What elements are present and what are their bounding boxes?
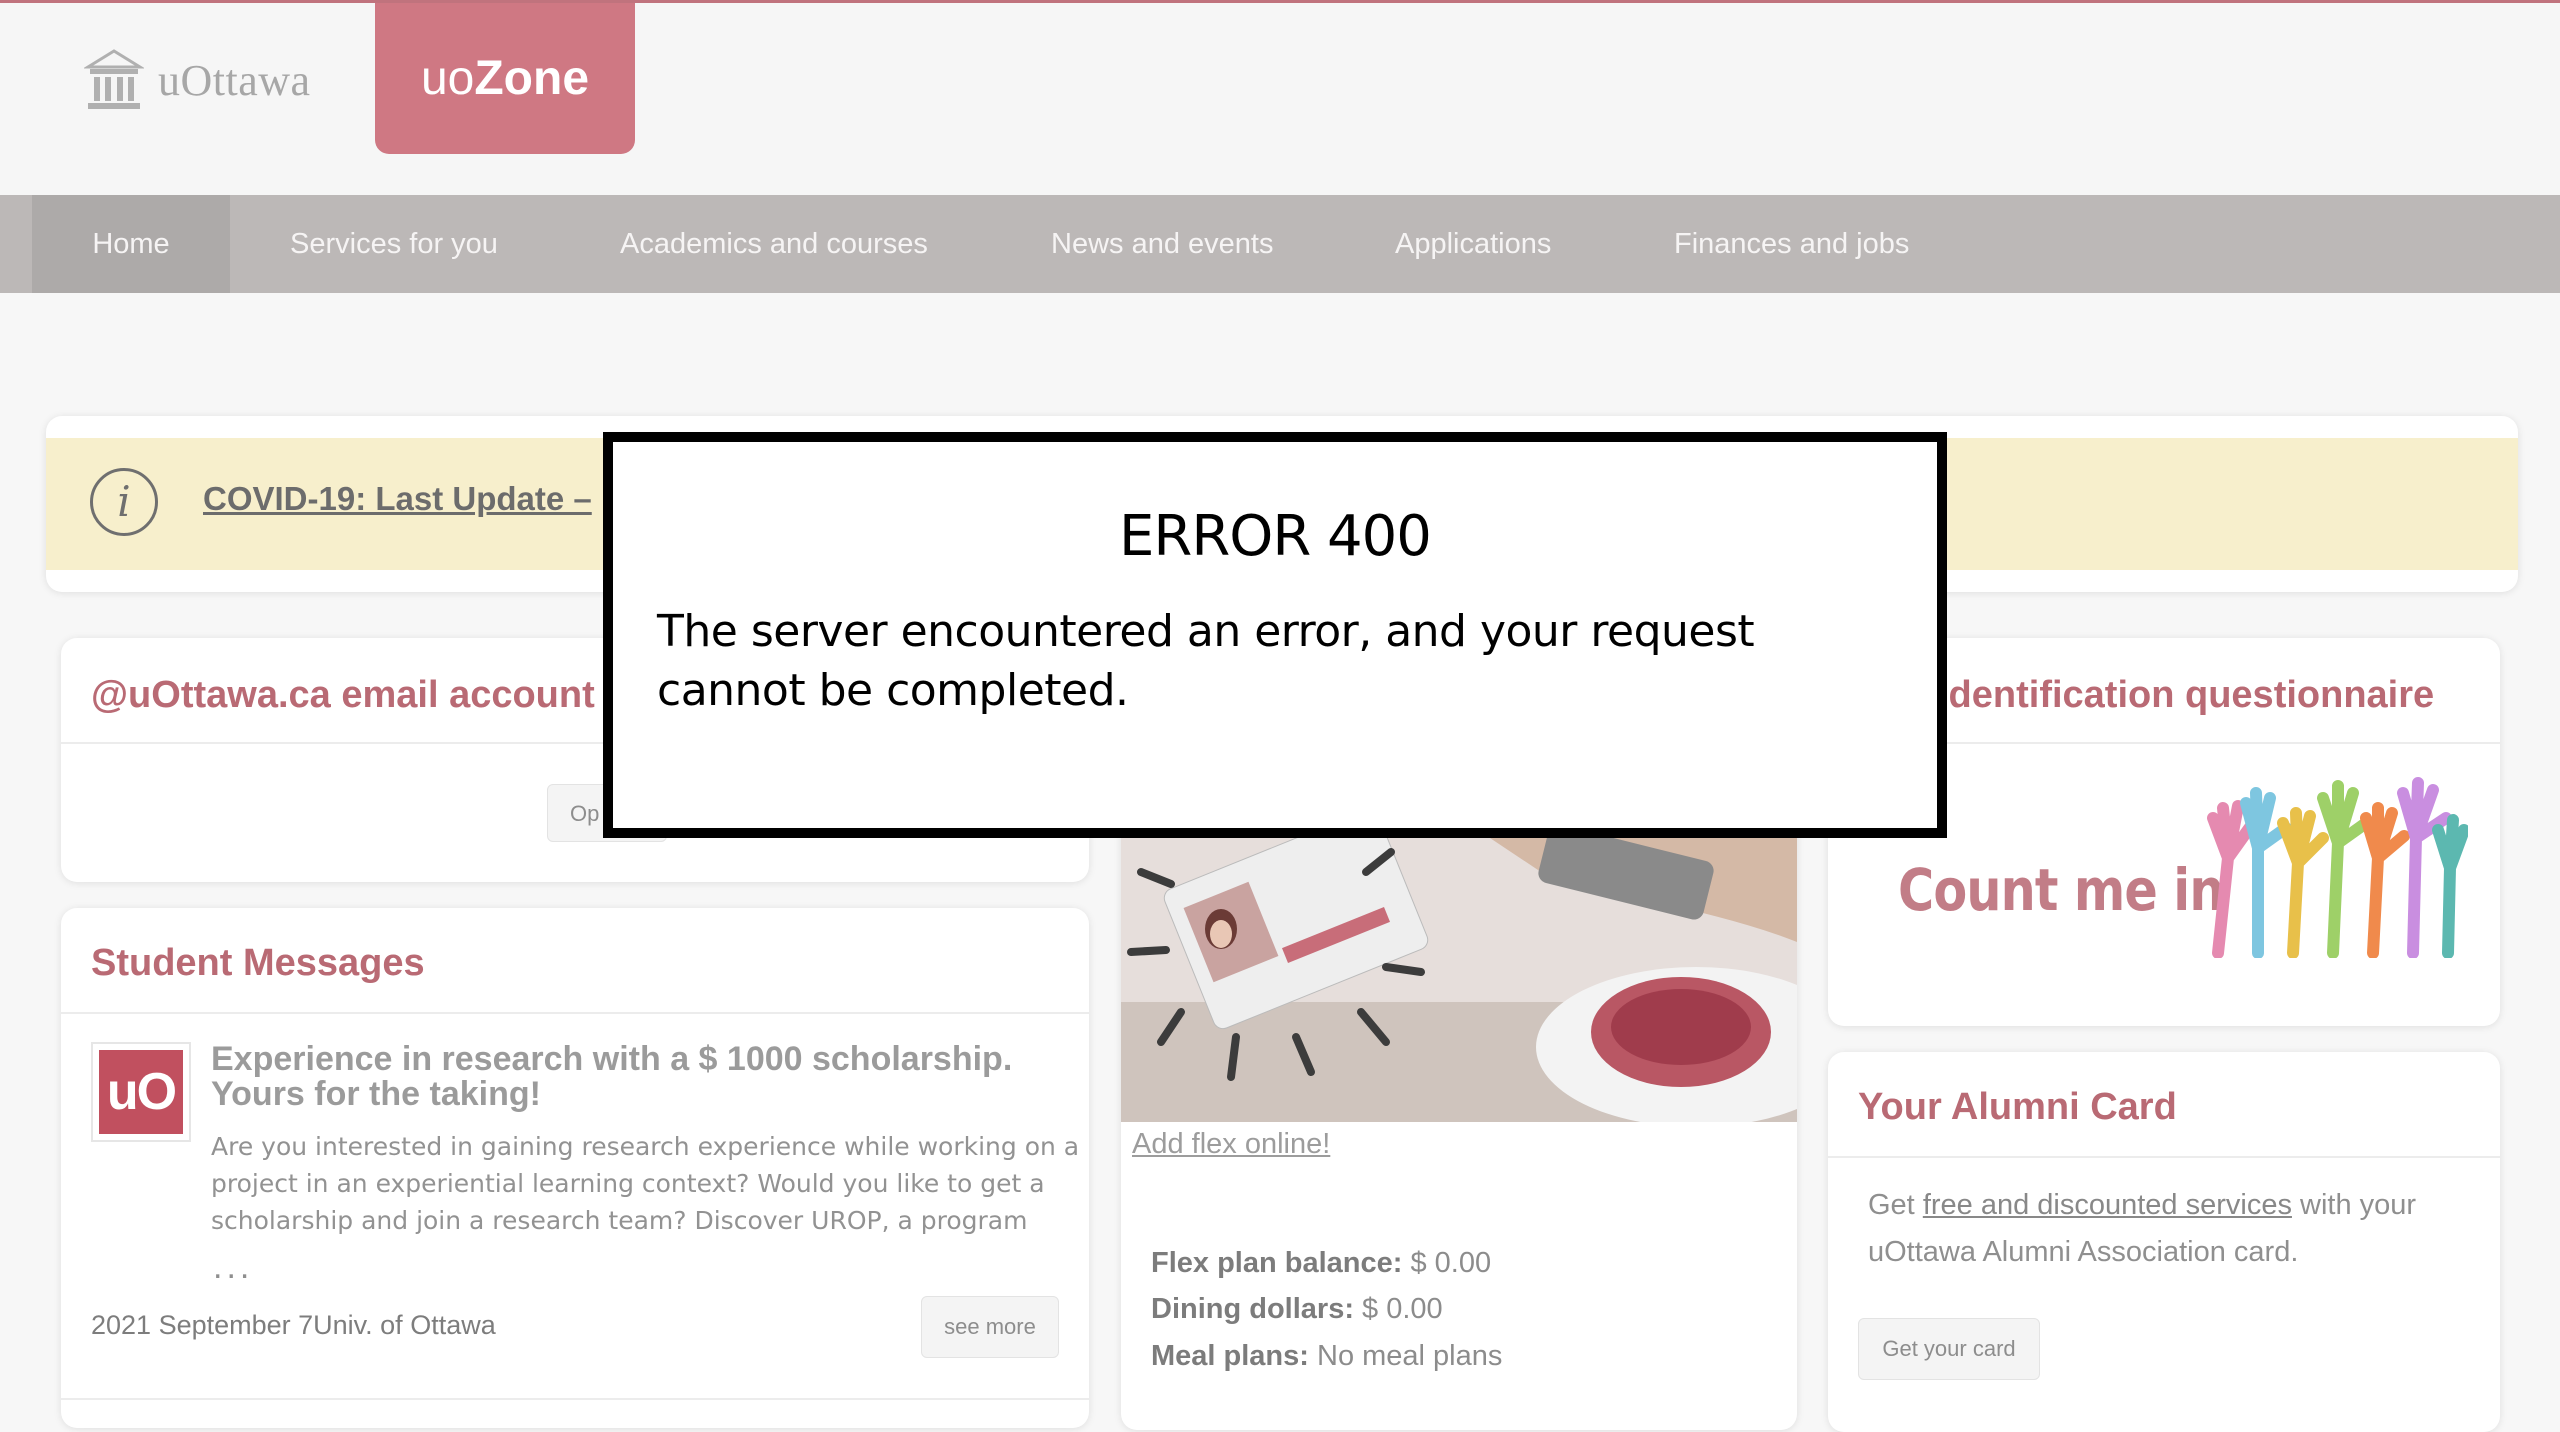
error-dialog: ERROR 400 The server encountered an erro…	[603, 432, 1947, 838]
main-nav: Home Services for you Academics and cour…	[0, 195, 2560, 293]
nav-news[interactable]: News and events	[1051, 195, 1273, 293]
alumni-card: Your Alumni Card Get free and discounted…	[1828, 1052, 2500, 1432]
get-your-card-button[interactable]: Get your card	[1858, 1318, 2040, 1380]
info-icon: i	[90, 468, 158, 536]
logo-text: uOttawa	[158, 55, 311, 105]
see-more-button[interactable]: see more	[921, 1296, 1059, 1358]
message-ellipsis: ...	[213, 1248, 254, 1286]
covid-update-link[interactable]: COVID-19: Last Update –	[203, 480, 592, 518]
dining-dollars: Dining dollars: $ 0.00	[1151, 1293, 1443, 1325]
uozone-logo[interactable]: uo Zone	[375, 3, 635, 154]
message-body: Are you interested in gaining research e…	[211, 1132, 1080, 1235]
error-message: The server encountered an error, and you…	[657, 606, 1755, 716]
nav-finances[interactable]: Finances and jobs	[1674, 195, 1909, 293]
uo-logo-icon: uO	[91, 1042, 191, 1142]
student-card-photo	[1121, 832, 1797, 1122]
message-title[interactable]: Experience in research with a $ 1000 sch…	[211, 1042, 1061, 1112]
building-icon	[84, 49, 144, 109]
nav-applications[interactable]: Applications	[1395, 195, 1551, 293]
nav-home[interactable]: Home	[32, 195, 230, 293]
uozone-name: Zone	[474, 52, 590, 105]
count-me-in-banner[interactable]: Count me in	[1898, 856, 2224, 924]
nav-academics[interactable]: Academics and courses	[620, 195, 928, 293]
message-meta: 2021 September 7Univ. of Ottawa	[91, 1310, 496, 1340]
meal-plans: Meal plans: No meal plans	[1151, 1340, 1503, 1372]
error-title: ERROR 400	[1119, 504, 1432, 569]
alumni-card-title: Your Alumni Card	[1858, 1086, 2177, 1128]
uozone-prefix: uo	[420, 52, 475, 105]
email-card-title: @uOttawa.ca email account	[91, 674, 595, 716]
header: uOttawa uo Zone	[0, 3, 2560, 195]
student-messages-title: Student Messages	[91, 942, 425, 984]
questionnaire-title: identification questionnaire	[1938, 674, 2435, 716]
free-services-link[interactable]: free and discounted services	[1923, 1189, 2292, 1221]
nav-services[interactable]: Services for you	[290, 195, 498, 293]
raised-hands-icon	[2207, 777, 2468, 958]
student-messages-card: Student Messages uO Experience in resear…	[61, 908, 1089, 1428]
flex-balance: Flex plan balance: $ 0.00	[1151, 1247, 1492, 1279]
uottawa-logo[interactable]: uOttawa	[84, 47, 311, 113]
add-flex-link[interactable]: Add flex online!	[1132, 1128, 1330, 1161]
alumni-text: Get free and discounted services with yo…	[1868, 1189, 2417, 1268]
